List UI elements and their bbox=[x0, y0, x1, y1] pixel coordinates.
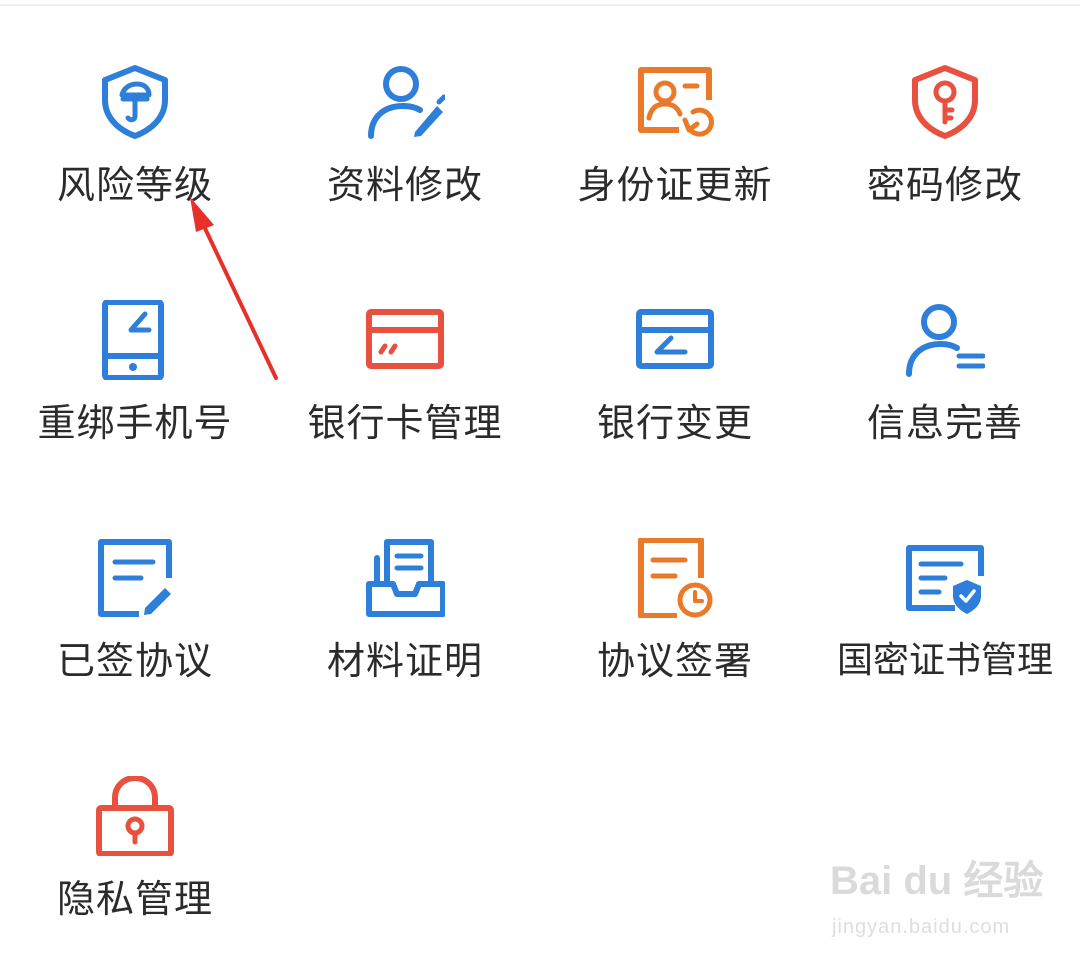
menu-item-material-certificate[interactable]: 材料证明 bbox=[270, 538, 540, 738]
menu-item-label: 银行变更 bbox=[596, 401, 753, 445]
menu-item-label: 银行卡管理 bbox=[307, 401, 503, 445]
menu-item-privacy-management[interactable]: 隐私管理 bbox=[0, 776, 270, 976]
menu-item-label: 资料修改 bbox=[326, 163, 483, 207]
document-tray-icon bbox=[365, 538, 445, 618]
menu-item-id-card-update[interactable]: 身份证更新 bbox=[540, 62, 810, 262]
menu-item-bank-card-management[interactable]: 银行卡管理 bbox=[270, 300, 540, 500]
menu-item-label: 协议签署 bbox=[596, 639, 753, 683]
menu-item-label: 密码修改 bbox=[866, 163, 1023, 207]
menu-item-agreement-signing[interactable]: 协议签署 bbox=[540, 538, 810, 738]
phone-icon bbox=[95, 300, 175, 380]
menu-item-label: 身份证更新 bbox=[577, 163, 773, 207]
card-change-icon bbox=[635, 300, 715, 380]
user-edit-icon bbox=[365, 62, 445, 142]
menu-item-label: 已签协议 bbox=[56, 639, 213, 683]
menu-item-risk-level[interactable]: 风险等级 bbox=[0, 62, 270, 262]
menu-item-rebind-phone[interactable]: 重绑手机号 bbox=[0, 300, 270, 500]
baidu-watermark: Bai du 经验 jingyan.baidu.com bbox=[830, 848, 1070, 948]
menu-item-password-change[interactable]: 密码修改 bbox=[810, 62, 1080, 262]
id-card-refresh-icon bbox=[635, 62, 715, 142]
menu-item-label: 国密证书管理 bbox=[836, 640, 1053, 681]
padlock-icon bbox=[95, 776, 175, 856]
user-info-icon bbox=[905, 300, 985, 380]
service-grid: 风险等级 资料修改 身份证更新 密码修改 重绑手机号 银行卡管理 银行变更 信息… bbox=[0, 0, 1080, 970]
menu-item-info-completion[interactable]: 信息完善 bbox=[810, 300, 1080, 500]
menu-item-profile-edit[interactable]: 资料修改 bbox=[270, 62, 540, 262]
signed-doc-icon bbox=[95, 538, 175, 618]
risk-shield-icon bbox=[95, 62, 175, 142]
watermark-logo: Bai du 经验 bbox=[830, 859, 1044, 903]
menu-item-label: 重绑手机号 bbox=[37, 401, 233, 445]
menu-item-label: 风险等级 bbox=[56, 163, 213, 207]
menu-item-bank-change[interactable]: 银行变更 bbox=[540, 300, 810, 500]
menu-item-label: 隐私管理 bbox=[56, 877, 213, 921]
watermark-url: jingyan.baidu.com bbox=[832, 916, 1011, 938]
menu-item-signed-agreements[interactable]: 已签协议 bbox=[0, 538, 270, 738]
doc-clock-icon bbox=[635, 538, 715, 618]
certificate-shield-icon bbox=[905, 538, 985, 618]
menu-item-label: 信息完善 bbox=[866, 401, 1023, 445]
key-shield-icon bbox=[905, 62, 985, 142]
menu-item-sm-certificate-management[interactable]: 国密证书管理 bbox=[810, 538, 1080, 738]
menu-item-label: 材料证明 bbox=[326, 639, 483, 683]
bank-card-icon bbox=[365, 300, 445, 380]
